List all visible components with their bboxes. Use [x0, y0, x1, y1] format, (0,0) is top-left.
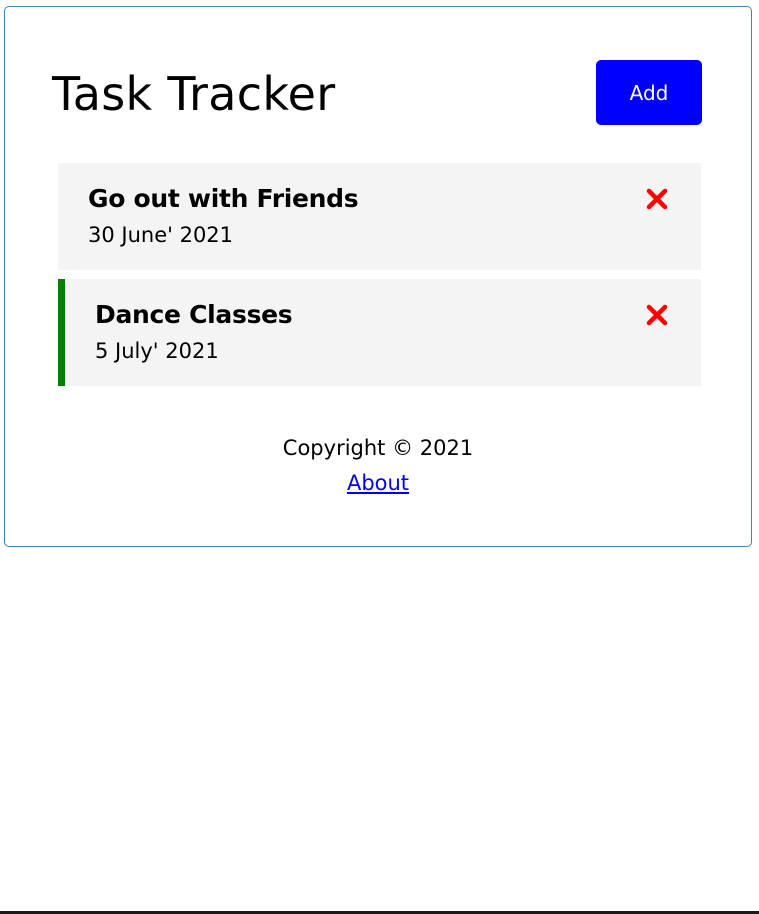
add-button[interactable]: Add [596, 60, 702, 125]
task-title: Dance Classes [95, 300, 293, 329]
task-date: 5 July' 2021 [95, 339, 219, 363]
copyright-text: Copyright © 2021 [282, 436, 474, 460]
app-container: Task Tracker Add Go out with Friends 30 … [4, 6, 752, 547]
task-date: 30 June' 2021 [88, 223, 234, 247]
close-icon[interactable] [646, 188, 668, 210]
about-link[interactable]: About [347, 468, 409, 498]
page-title: Task Tracker [52, 67, 336, 121]
task-item[interactable]: Go out with Friends 30 June' 2021 [58, 163, 701, 270]
close-icon[interactable] [646, 304, 668, 326]
task-item-reminder[interactable]: Dance Classes 5 July' 2021 [58, 279, 701, 386]
footer: Copyright © 2021 About [5, 433, 751, 498]
task-title: Go out with Friends [88, 184, 359, 213]
header: Task Tracker Add [52, 60, 702, 126]
